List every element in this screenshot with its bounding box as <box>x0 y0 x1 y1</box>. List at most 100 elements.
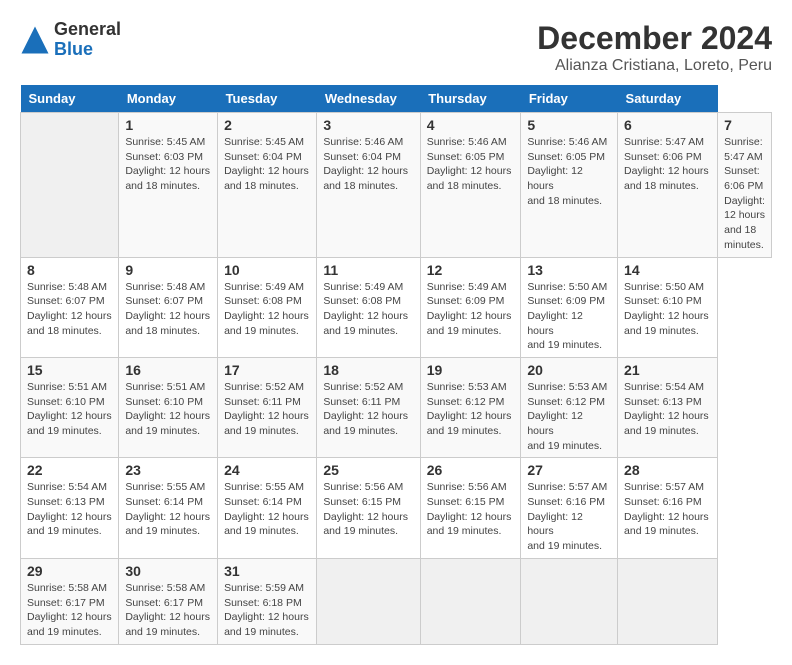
day-info: Sunrise: 5:49 AM Sunset: 6:08 PM Dayligh… <box>224 280 310 339</box>
calendar-cell <box>420 558 521 644</box>
calendar-cell: 7Sunrise: 5:47 AM Sunset: 6:06 PM Daylig… <box>718 113 772 258</box>
day-info: Sunrise: 5:50 AM Sunset: 6:09 PM Dayligh… <box>527 280 611 353</box>
day-number: 9 <box>125 262 211 278</box>
day-info: Sunrise: 5:48 AM Sunset: 6:07 PM Dayligh… <box>125 280 211 339</box>
logo-text: General Blue <box>54 20 121 60</box>
calendar-week-4: 22 Sunrise: 5:54 AM Sunset: 6:13 PM Dayli… <box>21 458 772 558</box>
day-info: Sunrise: 5:52 AM Sunset: 6:11 PM Dayligh… <box>224 380 310 439</box>
day-number: 1 <box>125 117 211 133</box>
day-header-thursday: Thursday <box>420 85 521 113</box>
day-info: Sunrise: 5:53 AM Sunset: 6:12 PM Dayligh… <box>527 380 611 453</box>
day-number: 26 <box>427 462 515 478</box>
calendar-cell: 18 Sunrise: 5:52 AM Sunset: 6:11 PM Dayli… <box>317 357 420 457</box>
day-number: 23 <box>125 462 211 478</box>
day-number: 14 <box>624 262 711 278</box>
day-info: Sunrise: 5:50 AM Sunset: 6:10 PM Dayligh… <box>624 280 711 339</box>
calendar-cell: 27 Sunrise: 5:57 AM Sunset: 6:16 PM Dayli… <box>521 458 618 558</box>
calendar-cell: 21 Sunrise: 5:54 AM Sunset: 6:13 PM Dayli… <box>618 357 718 457</box>
day-info: Sunrise: 5:54 AM Sunset: 6:13 PM Dayligh… <box>27 480 112 539</box>
calendar-cell: 26 Sunrise: 5:56 AM Sunset: 6:15 PM Dayli… <box>420 458 521 558</box>
day-number: 2 <box>224 117 310 133</box>
day-number: 30 <box>125 563 211 579</box>
calendar-cell: 10 Sunrise: 5:49 AM Sunset: 6:08 PM Dayli… <box>218 257 317 357</box>
day-number: 13 <box>527 262 611 278</box>
calendar-cell: 12Sunrise: 5:49 AM Sunset: 6:09 PM Dayli… <box>420 257 521 357</box>
day-info: Sunrise: 5:52 AM Sunset: 6:11 PM Dayligh… <box>323 380 413 439</box>
calendar-cell: 24Sunrise: 5:55 AM Sunset: 6:14 PM Dayli… <box>218 458 317 558</box>
calendar-week-1: 1 Sunrise: 5:45 AM Sunset: 6:03 PM Daylig… <box>21 113 772 258</box>
calendar-cell: 5 Sunrise: 5:46 AM Sunset: 6:05 PM Daylig… <box>521 113 618 258</box>
calendar-cell: 22 Sunrise: 5:54 AM Sunset: 6:13 PM Dayli… <box>21 458 119 558</box>
day-number: 15 <box>27 362 112 378</box>
calendar-cell: 19Sunrise: 5:53 AM Sunset: 6:12 PM Dayli… <box>420 357 521 457</box>
day-number: 25 <box>323 462 413 478</box>
month-title: December 2024 <box>537 20 772 57</box>
logo: General Blue <box>20 20 121 60</box>
day-number: 22 <box>27 462 112 478</box>
day-header-monday: Monday <box>119 85 218 113</box>
day-number: 18 <box>323 362 413 378</box>
day-info: Sunrise: 5:54 AM Sunset: 6:13 PM Dayligh… <box>624 380 711 439</box>
day-info: Sunrise: 5:48 AM Sunset: 6:07 PM Dayligh… <box>27 280 112 339</box>
title-area: December 2024 Alianza Cristiana, Loreto,… <box>537 20 772 75</box>
day-header-saturday: Saturday <box>618 85 718 113</box>
location-title: Alianza Cristiana, Loreto, Peru <box>537 57 772 75</box>
day-info: Sunrise: 5:47 AM Sunset: 6:06 PM Dayligh… <box>624 135 711 194</box>
day-number: 29 <box>27 563 112 579</box>
day-info: Sunrise: 5:51 AM Sunset: 6:10 PM Dayligh… <box>27 380 112 439</box>
day-info: Sunrise: 5:46 AM Sunset: 6:05 PM Dayligh… <box>527 135 611 208</box>
day-info: Sunrise: 5:59 AM Sunset: 6:18 PM Dayligh… <box>224 581 310 640</box>
day-info: Sunrise: 5:55 AM Sunset: 6:14 PM Dayligh… <box>125 480 211 539</box>
calendar-cell: 14 Sunrise: 5:50 AM Sunset: 6:10 PM Dayli… <box>618 257 718 357</box>
calendar-cell: 20 Sunrise: 5:53 AM Sunset: 6:12 PM Dayli… <box>521 357 618 457</box>
day-info: Sunrise: 5:57 AM Sunset: 6:16 PM Dayligh… <box>527 480 611 553</box>
day-number: 27 <box>527 462 611 478</box>
logo-general: General <box>54 20 121 40</box>
header: General Blue December 2024 Alianza Crist… <box>20 20 772 75</box>
day-info: Sunrise: 5:56 AM Sunset: 6:15 PM Dayligh… <box>323 480 413 539</box>
logo-blue: Blue <box>54 40 121 60</box>
calendar-week-5: 29Sunrise: 5:58 AM Sunset: 6:17 PM Dayli… <box>21 558 772 644</box>
calendar-cell: 3Sunrise: 5:46 AM Sunset: 6:04 PM Daylig… <box>317 113 420 258</box>
calendar-cell: 16Sunrise: 5:51 AM Sunset: 6:10 PM Dayli… <box>119 357 218 457</box>
calendar-cell: 30Sunrise: 5:58 AM Sunset: 6:17 PM Dayli… <box>119 558 218 644</box>
calendar-cell: 1 Sunrise: 5:45 AM Sunset: 6:03 PM Daylig… <box>119 113 218 258</box>
day-number: 10 <box>224 262 310 278</box>
day-info: Sunrise: 5:57 AM Sunset: 6:16 PM Dayligh… <box>624 480 711 539</box>
logo-icon <box>20 25 50 55</box>
calendar-week-2: 8Sunrise: 5:48 AM Sunset: 6:07 PM Daylig… <box>21 257 772 357</box>
day-number: 6 <box>624 117 711 133</box>
calendar-cell: 8Sunrise: 5:48 AM Sunset: 6:07 PM Daylig… <box>21 257 119 357</box>
days-header-row: SundayMondayTuesdayWednesdayThursdayFrid… <box>21 85 772 113</box>
day-info: Sunrise: 5:46 AM Sunset: 6:04 PM Dayligh… <box>323 135 413 194</box>
day-number: 24 <box>224 462 310 478</box>
calendar-cell <box>618 558 718 644</box>
calendar-cell: 15 Sunrise: 5:51 AM Sunset: 6:10 PM Dayli… <box>21 357 119 457</box>
day-info: Sunrise: 5:46 AM Sunset: 6:05 PM Dayligh… <box>427 135 515 194</box>
calendar-cell: 31 Sunrise: 5:59 AM Sunset: 6:18 PM Dayli… <box>218 558 317 644</box>
day-info: Sunrise: 5:45 AM Sunset: 6:03 PM Dayligh… <box>125 135 211 194</box>
day-number: 17 <box>224 362 310 378</box>
day-number: 11 <box>323 262 413 278</box>
calendar-cell: 28Sunrise: 5:57 AM Sunset: 6:16 PM Dayli… <box>618 458 718 558</box>
calendar-cell <box>521 558 618 644</box>
calendar-cell: 6 Sunrise: 5:47 AM Sunset: 6:06 PM Daylig… <box>618 113 718 258</box>
day-info: Sunrise: 5:47 AM Sunset: 6:06 PM Dayligh… <box>724 135 765 253</box>
calendar-table: SundayMondayTuesdayWednesdayThursdayFrid… <box>20 85 772 645</box>
day-info: Sunrise: 5:51 AM Sunset: 6:10 PM Dayligh… <box>125 380 211 439</box>
day-info: Sunrise: 5:49 AM Sunset: 6:08 PM Dayligh… <box>323 280 413 339</box>
calendar-cell: 17 Sunrise: 5:52 AM Sunset: 6:11 PM Dayli… <box>218 357 317 457</box>
day-number: 21 <box>624 362 711 378</box>
calendar-body: 1 Sunrise: 5:45 AM Sunset: 6:03 PM Daylig… <box>21 113 772 645</box>
day-header-friday: Friday <box>521 85 618 113</box>
day-number: 5 <box>527 117 611 133</box>
calendar-cell: 11 Sunrise: 5:49 AM Sunset: 6:08 PM Dayli… <box>317 257 420 357</box>
calendar-cell: 4 Sunrise: 5:46 AM Sunset: 6:05 PM Daylig… <box>420 113 521 258</box>
day-header-tuesday: Tuesday <box>218 85 317 113</box>
calendar-cell: 13 Sunrise: 5:50 AM Sunset: 6:09 PM Dayli… <box>521 257 618 357</box>
day-number: 4 <box>427 117 515 133</box>
day-number: 31 <box>224 563 310 579</box>
day-number: 20 <box>527 362 611 378</box>
day-number: 12 <box>427 262 515 278</box>
day-info: Sunrise: 5:56 AM Sunset: 6:15 PM Dayligh… <box>427 480 515 539</box>
